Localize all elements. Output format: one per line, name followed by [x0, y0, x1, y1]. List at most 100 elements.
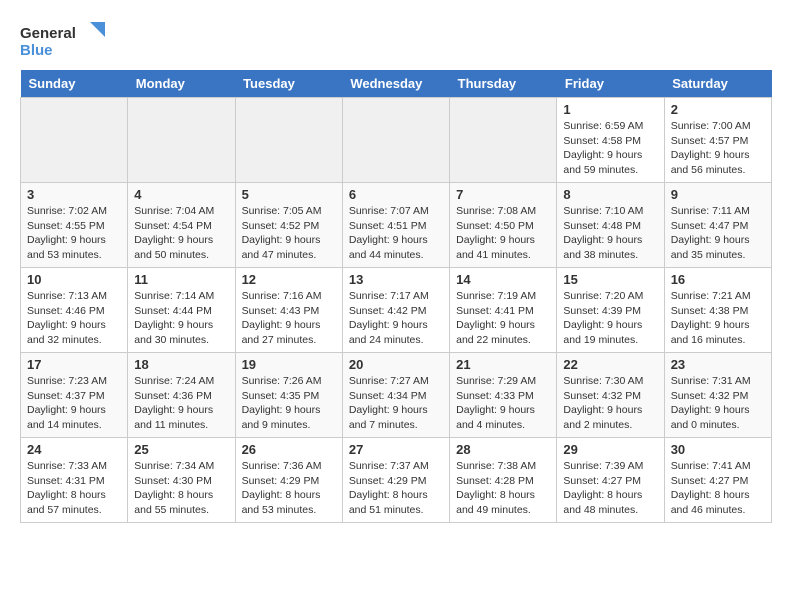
day-info: Sunrise: 7:08 AM Sunset: 4:50 PM Dayligh… — [456, 204, 550, 263]
day-info: Sunrise: 7:02 AM Sunset: 4:55 PM Dayligh… — [27, 204, 121, 263]
day-number: 15 — [563, 272, 657, 287]
day-number: 28 — [456, 442, 550, 457]
header-tuesday: Tuesday — [235, 70, 342, 98]
day-number: 2 — [671, 102, 765, 117]
calendar-cell: 29 Sunrise: 7:39 AM Sunset: 4:27 PM Dayli… — [557, 438, 664, 523]
calendar-cell: 2Sunrise: 7:00 AM Sunset: 4:57 PM Daylig… — [664, 98, 771, 183]
logo-svg: General Blue — [20, 20, 110, 60]
day-number: 13 — [349, 272, 443, 287]
calendar-cell: 1 Sunrise: 6:59 AM Sunset: 4:58 PM Daylig… — [557, 98, 664, 183]
calendar-body: 1 Sunrise: 6:59 AM Sunset: 4:58 PM Daylig… — [21, 98, 772, 523]
header-monday: Monday — [128, 70, 235, 98]
day-info: Sunrise: 7:21 AM Sunset: 4:38 PM Dayligh… — [671, 289, 765, 348]
day-info: Sunrise: 7:07 AM Sunset: 4:51 PM Dayligh… — [349, 204, 443, 263]
day-number: 7 — [456, 187, 550, 202]
calendar-cell: 23 Sunrise: 7:31 AM Sunset: 4:32 PM Dayli… — [664, 353, 771, 438]
day-info: Sunrise: 7:36 AM Sunset: 4:29 PM Dayligh… — [242, 459, 336, 518]
calendar-cell — [450, 98, 557, 183]
calendar-cell: 6 Sunrise: 7:07 AM Sunset: 4:51 PM Daylig… — [342, 183, 449, 268]
day-info: Sunrise: 7:29 AM Sunset: 4:33 PM Dayligh… — [456, 374, 550, 433]
day-info: Sunrise: 7:14 AM Sunset: 4:44 PM Dayligh… — [134, 289, 228, 348]
svg-text:Blue: Blue — [20, 42, 53, 59]
week-row-3: 17 Sunrise: 7:23 AM Sunset: 4:37 PM Dayli… — [21, 353, 772, 438]
day-number: 20 — [349, 357, 443, 372]
calendar-cell: 19 Sunrise: 7:26 AM Sunset: 4:35 PM Dayli… — [235, 353, 342, 438]
day-number: 25 — [134, 442, 228, 457]
week-row-2: 10 Sunrise: 7:13 AM Sunset: 4:46 PM Dayli… — [21, 268, 772, 353]
day-number: 18 — [134, 357, 228, 372]
day-info: Sunrise: 7:33 AM Sunset: 4:31 PM Dayligh… — [27, 459, 121, 518]
calendar-cell: 27Sunrise: 7:37 AM Sunset: 4:29 PM Dayli… — [342, 438, 449, 523]
header-sunday: Sunday — [21, 70, 128, 98]
calendar-cell: 5 Sunrise: 7:05 AM Sunset: 4:52 PM Daylig… — [235, 183, 342, 268]
day-info: Sunrise: 7:30 AM Sunset: 4:32 PM Dayligh… — [563, 374, 657, 433]
calendar-cell: 26 Sunrise: 7:36 AM Sunset: 4:29 PM Dayli… — [235, 438, 342, 523]
day-info: Sunrise: 7:37 AM Sunset: 4:29 PM Dayligh… — [349, 459, 443, 518]
calendar-cell: 18 Sunrise: 7:24 AM Sunset: 4:36 PM Dayli… — [128, 353, 235, 438]
day-info: Sunrise: 7:10 AM Sunset: 4:48 PM Dayligh… — [563, 204, 657, 263]
calendar-table: SundayMondayTuesdayWednesdayThursdayFrid… — [20, 70, 772, 523]
day-number: 19 — [242, 357, 336, 372]
day-info: Sunrise: 7:34 AM Sunset: 4:30 PM Dayligh… — [134, 459, 228, 518]
day-info: Sunrise: 7:39 AM Sunset: 4:27 PM Dayligh… — [563, 459, 657, 518]
day-info: Sunrise: 7:17 AM Sunset: 4:42 PM Dayligh… — [349, 289, 443, 348]
calendar-cell: 11 Sunrise: 7:14 AM Sunset: 4:44 PM Dayli… — [128, 268, 235, 353]
calendar-cell: 7 Sunrise: 7:08 AM Sunset: 4:50 PM Daylig… — [450, 183, 557, 268]
day-number: 29 — [563, 442, 657, 457]
day-number: 1 — [563, 102, 657, 117]
week-row-0: 1 Sunrise: 6:59 AM Sunset: 4:58 PM Daylig… — [21, 98, 772, 183]
svg-text:General: General — [20, 25, 76, 42]
day-info: Sunrise: 7:23 AM Sunset: 4:37 PM Dayligh… — [27, 374, 121, 433]
header-friday: Friday — [557, 70, 664, 98]
day-number: 17 — [27, 357, 121, 372]
day-info: Sunrise: 7:31 AM Sunset: 4:32 PM Dayligh… — [671, 374, 765, 433]
calendar-cell: 14Sunrise: 7:19 AM Sunset: 4:41 PM Dayli… — [450, 268, 557, 353]
day-number: 10 — [27, 272, 121, 287]
day-number: 9 — [671, 187, 765, 202]
day-number: 11 — [134, 272, 228, 287]
header-thursday: Thursday — [450, 70, 557, 98]
calendar-cell: 8Sunrise: 7:10 AM Sunset: 4:48 PM Daylig… — [557, 183, 664, 268]
calendar-cell: 24Sunrise: 7:33 AM Sunset: 4:31 PM Dayli… — [21, 438, 128, 523]
calendar-cell: 22 Sunrise: 7:30 AM Sunset: 4:32 PM Dayli… — [557, 353, 664, 438]
header-row: SundayMondayTuesdayWednesdayThursdayFrid… — [21, 70, 772, 98]
day-number: 5 — [242, 187, 336, 202]
day-number: 30 — [671, 442, 765, 457]
day-number: 23 — [671, 357, 765, 372]
day-number: 4 — [134, 187, 228, 202]
calendar-cell: 3 Sunrise: 7:02 AM Sunset: 4:55 PM Daylig… — [21, 183, 128, 268]
day-info: Sunrise: 7:26 AM Sunset: 4:35 PM Dayligh… — [242, 374, 336, 433]
day-info: Sunrise: 7:20 AM Sunset: 4:39 PM Dayligh… — [563, 289, 657, 348]
calendar-cell: 9Sunrise: 7:11 AM Sunset: 4:47 PM Daylig… — [664, 183, 771, 268]
header-saturday: Saturday — [664, 70, 771, 98]
day-number: 16 — [671, 272, 765, 287]
calendar-cell: 15 Sunrise: 7:20 AM Sunset: 4:39 PM Dayli… — [557, 268, 664, 353]
calendar-cell — [128, 98, 235, 183]
day-info: Sunrise: 7:24 AM Sunset: 4:36 PM Dayligh… — [134, 374, 228, 433]
day-info: Sunrise: 7:05 AM Sunset: 4:52 PM Dayligh… — [242, 204, 336, 263]
calendar-cell — [342, 98, 449, 183]
calendar-header: SundayMondayTuesdayWednesdayThursdayFrid… — [21, 70, 772, 98]
day-number: 26 — [242, 442, 336, 457]
logo: General Blue — [20, 20, 110, 60]
calendar-cell: 25 Sunrise: 7:34 AM Sunset: 4:30 PM Dayli… — [128, 438, 235, 523]
calendar-cell: 21 Sunrise: 7:29 AM Sunset: 4:33 PM Dayli… — [450, 353, 557, 438]
calendar-cell — [21, 98, 128, 183]
week-row-1: 3 Sunrise: 7:02 AM Sunset: 4:55 PM Daylig… — [21, 183, 772, 268]
day-number: 12 — [242, 272, 336, 287]
header: General Blue — [20, 20, 772, 60]
day-info: Sunrise: 7:19 AM Sunset: 4:41 PM Dayligh… — [456, 289, 550, 348]
week-row-4: 24Sunrise: 7:33 AM Sunset: 4:31 PM Dayli… — [21, 438, 772, 523]
day-number: 22 — [563, 357, 657, 372]
calendar-cell: 10 Sunrise: 7:13 AM Sunset: 4:46 PM Dayli… — [21, 268, 128, 353]
day-number: 3 — [27, 187, 121, 202]
calendar-cell: 17 Sunrise: 7:23 AM Sunset: 4:37 PM Dayli… — [21, 353, 128, 438]
calendar-cell: 12 Sunrise: 7:16 AM Sunset: 4:43 PM Dayli… — [235, 268, 342, 353]
day-number: 6 — [349, 187, 443, 202]
day-info: Sunrise: 7:13 AM Sunset: 4:46 PM Dayligh… — [27, 289, 121, 348]
calendar-cell: 28 Sunrise: 7:38 AM Sunset: 4:28 PM Dayli… — [450, 438, 557, 523]
day-number: 21 — [456, 357, 550, 372]
day-info: Sunrise: 6:59 AM Sunset: 4:58 PM Dayligh… — [563, 119, 657, 178]
day-info: Sunrise: 7:38 AM Sunset: 4:28 PM Dayligh… — [456, 459, 550, 518]
day-info: Sunrise: 7:16 AM Sunset: 4:43 PM Dayligh… — [242, 289, 336, 348]
